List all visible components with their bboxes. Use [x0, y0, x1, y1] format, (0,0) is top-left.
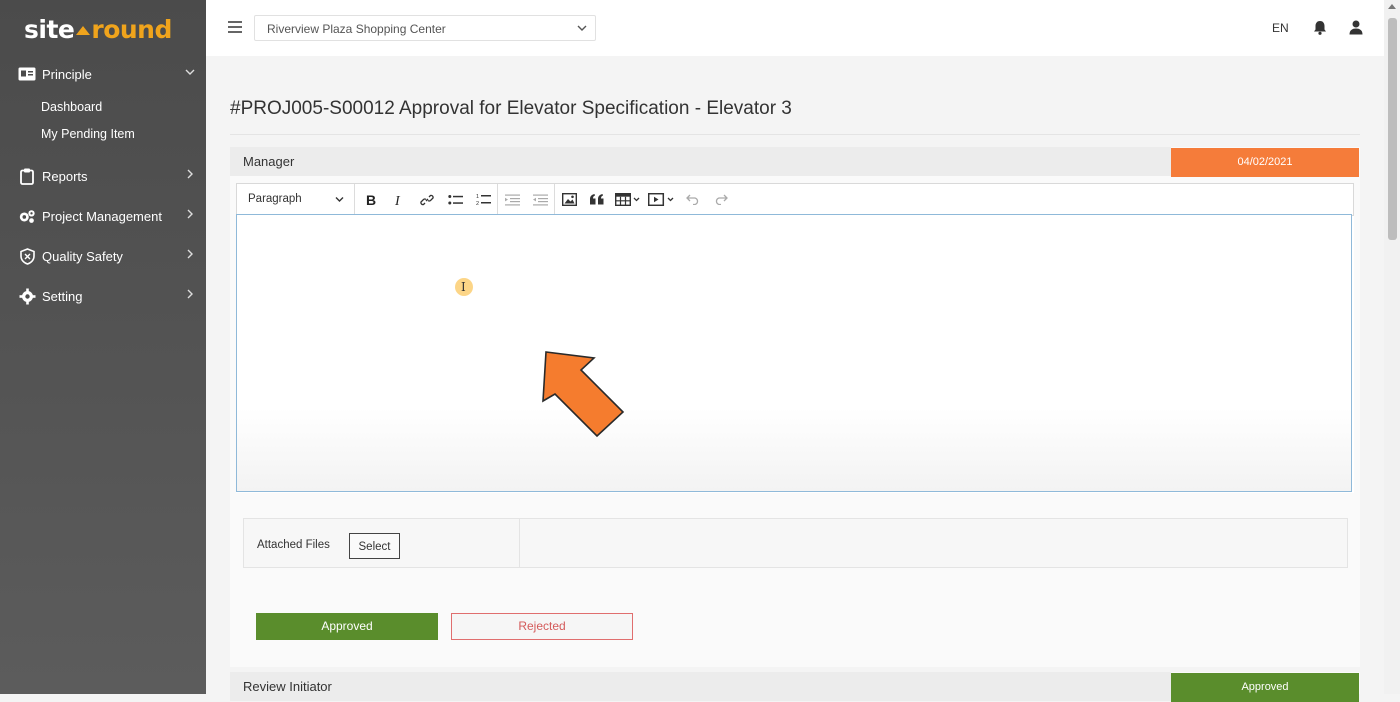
- id-card-icon: [18, 65, 36, 83]
- sidebar-item-reports[interactable]: Reports: [0, 161, 206, 191]
- numbered-list-icon[interactable]: 12: [469, 184, 497, 215]
- manager-section-title: Manager: [230, 147, 1171, 176]
- sidebar-item-principle[interactable]: Principle: [0, 59, 206, 89]
- gears-icon: [18, 207, 36, 225]
- reject-button[interactable]: Rejected: [451, 613, 633, 640]
- files-divider: [519, 519, 520, 567]
- svg-text:1: 1: [476, 194, 479, 200]
- media-embed-icon[interactable]: [645, 184, 679, 215]
- sidebar-item-label: Principle: [42, 66, 92, 82]
- page-title: #PROJ005-S00012 Approval for Elevator Sp…: [230, 98, 792, 119]
- bold-icon[interactable]: B: [357, 184, 385, 215]
- hamburger-menu-icon[interactable]: [228, 21, 242, 33]
- bulleted-list-icon[interactable]: [441, 184, 469, 215]
- sidebar-item-label: Setting: [42, 288, 83, 304]
- brand-triangle-icon: [76, 25, 91, 35]
- user-icon[interactable]: [1349, 20, 1363, 40]
- title-divider: [230, 134, 1360, 135]
- image-icon[interactable]: [555, 184, 583, 215]
- brand-logo[interactable]: site round: [24, 12, 172, 46]
- sidebar-item-label: Reports: [42, 168, 88, 184]
- chevron-down-icon: [577, 25, 587, 31]
- gear-icon: [18, 287, 36, 305]
- top-bar: Riverview Plaza Shopping Center EN: [206, 0, 1384, 56]
- brand-left: site: [24, 14, 75, 44]
- svg-text:2: 2: [476, 201, 479, 206]
- block-format-value: Paragraph: [248, 193, 302, 205]
- bell-icon[interactable]: [1313, 20, 1327, 40]
- project-select[interactable]: Riverview Plaza Shopping Center: [254, 15, 596, 41]
- sidebar-item-quality-safety[interactable]: Quality Safety: [0, 241, 206, 271]
- chevron-down-icon: [185, 69, 195, 75]
- clipboard-icon: [18, 167, 36, 185]
- sidebar-sub-pending[interactable]: My Pending Item: [41, 127, 135, 141]
- select-files-button[interactable]: Select: [349, 533, 400, 559]
- indent-icon[interactable]: [498, 184, 526, 215]
- chevron-right-icon: [187, 289, 193, 299]
- manager-date-badge: 04/02/2021: [1171, 148, 1359, 177]
- review-status-badge: Approved: [1171, 673, 1359, 702]
- attached-files-row: Attached Files Select: [243, 518, 1348, 568]
- table-icon[interactable]: [611, 184, 645, 215]
- redo-icon[interactable]: [707, 184, 735, 215]
- svg-text:I: I: [394, 194, 401, 206]
- sidebar: site round Principle Dashboard My Pendin…: [0, 0, 206, 694]
- scroll-up-icon[interactable]: [1388, 4, 1396, 9]
- blockquote-icon[interactable]: [583, 184, 611, 215]
- sidebar-item-label: Project Management: [42, 208, 162, 224]
- shield-icon: [18, 247, 36, 265]
- attached-files-label: Attached Files: [257, 539, 330, 551]
- annotation-arrow-icon: [542, 351, 625, 438]
- sidebar-item-label: Quality Safety: [42, 248, 123, 264]
- editor-toolbar: Paragraph B I 12: [236, 183, 1354, 216]
- language-switch[interactable]: EN: [1272, 21, 1289, 35]
- sidebar-item-project-management[interactable]: Project Management: [0, 201, 206, 231]
- chevron-right-icon: [187, 249, 193, 259]
- undo-icon[interactable]: [679, 184, 707, 215]
- block-format-select[interactable]: Paragraph: [237, 184, 355, 215]
- italic-icon[interactable]: I: [385, 184, 413, 215]
- outdent-icon[interactable]: [526, 184, 554, 215]
- link-icon[interactable]: [413, 184, 441, 215]
- project-select-value: Riverview Plaza Shopping Center: [267, 22, 446, 36]
- rich-text-editor: Paragraph B I 12 I: [236, 183, 1354, 493]
- page-scrollbar[interactable]: [1384, 0, 1400, 694]
- chevron-right-icon: [187, 169, 193, 179]
- sidebar-item-setting[interactable]: Setting: [0, 281, 206, 311]
- chevron-right-icon: [187, 209, 193, 219]
- approve-button[interactable]: Approved: [256, 613, 438, 640]
- chevron-down-icon: [335, 197, 344, 202]
- review-section-title: Review Initiator: [230, 672, 1171, 701]
- brand-right: round: [91, 14, 172, 44]
- svg-text:B: B: [366, 193, 376, 206]
- sidebar-sub-dashboard[interactable]: Dashboard: [41, 100, 102, 114]
- text-cursor-icon: I: [461, 280, 466, 294]
- scroll-thumb[interactable]: [1388, 18, 1397, 240]
- editor-content-area[interactable]: I: [236, 214, 1352, 492]
